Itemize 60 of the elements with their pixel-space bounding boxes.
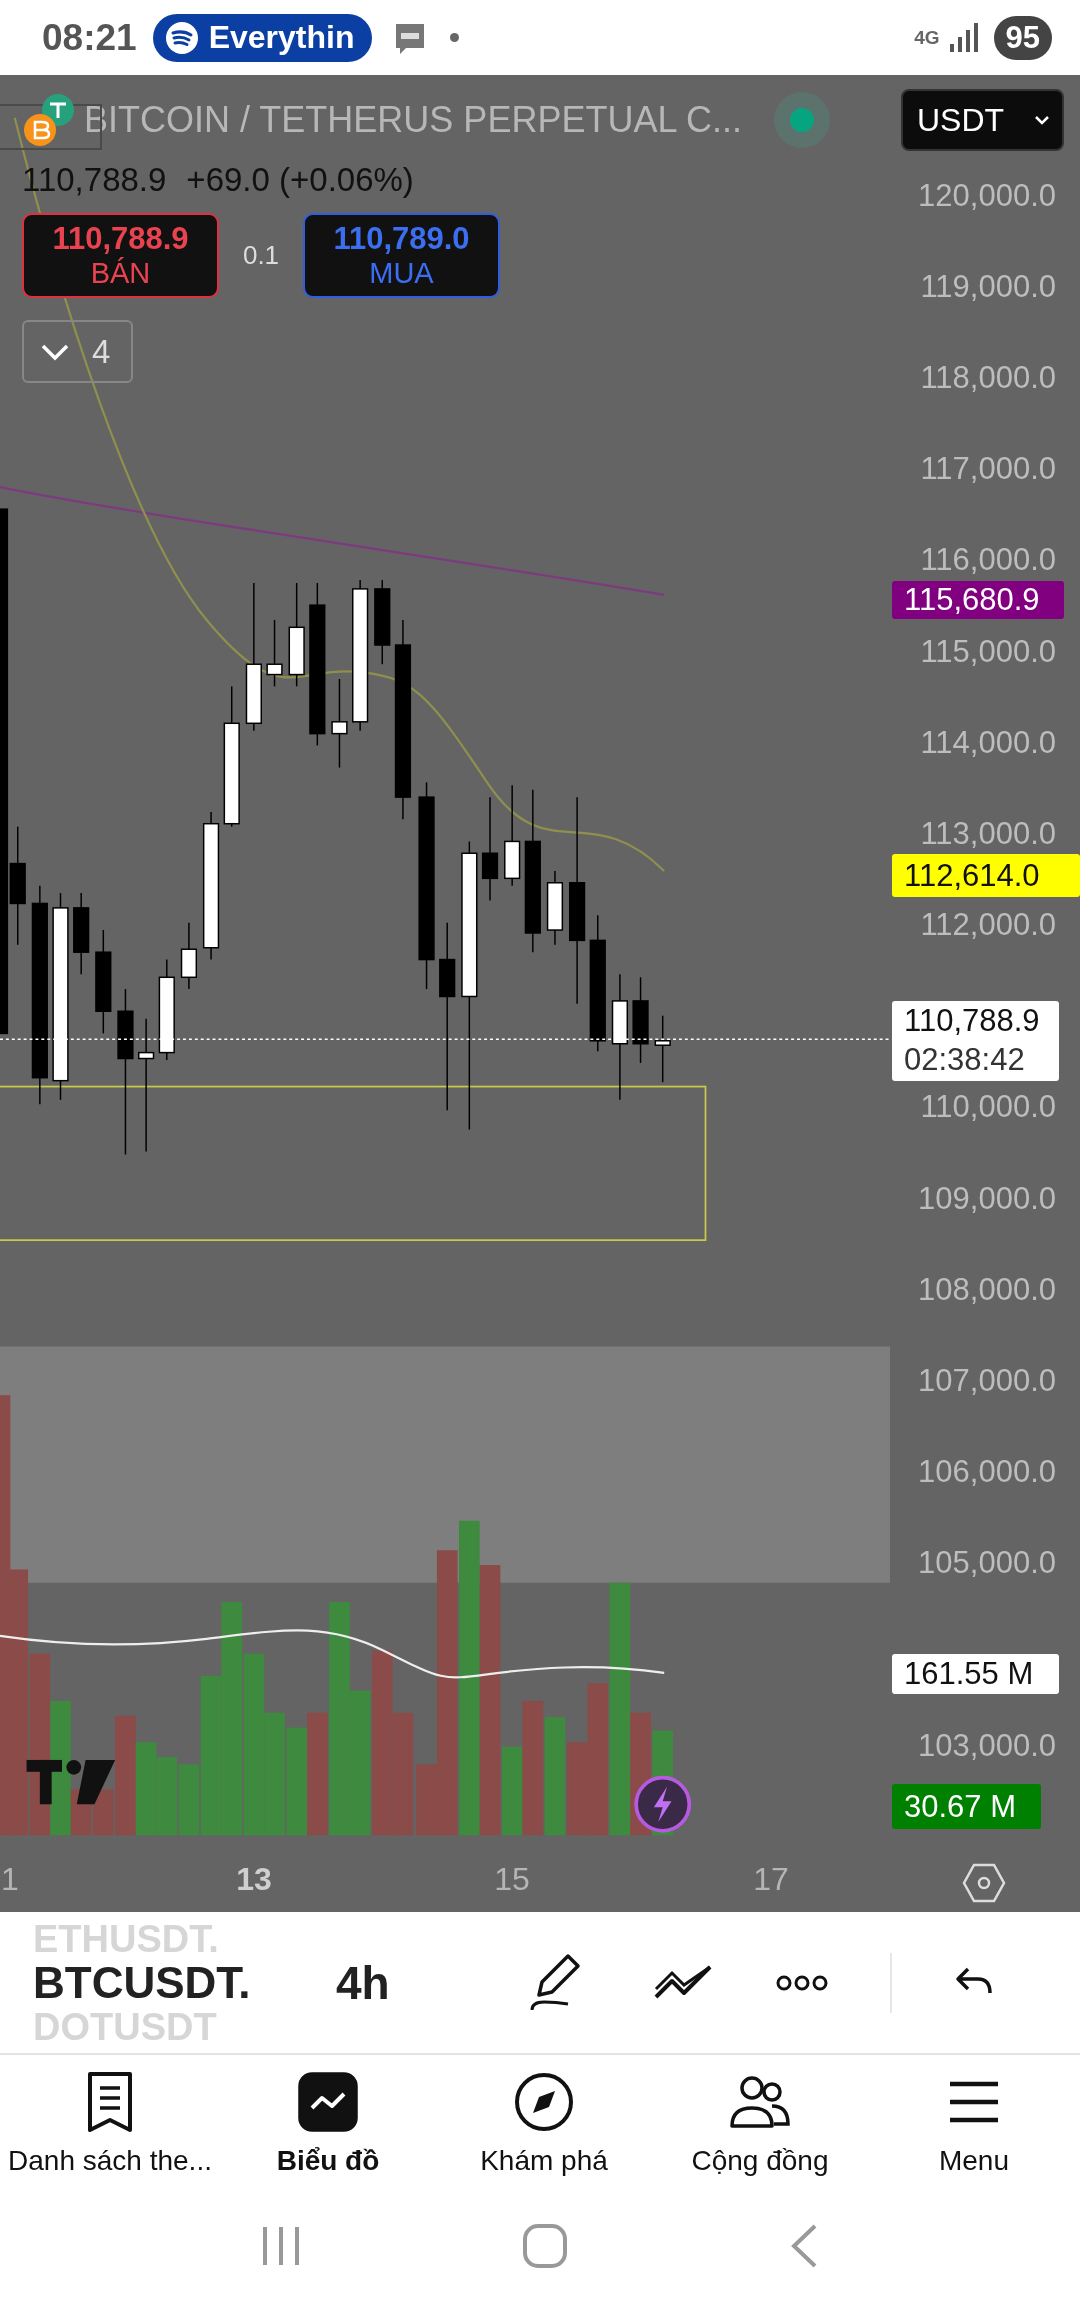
price-axis-label: 110,000.0 [920,1090,1056,1125]
sell-button[interactable]: 110,788.9 BÁN [22,213,219,298]
average-price-tag: 115,680.9 [892,581,1064,619]
settings-icon[interactable] [962,1863,1006,1903]
price-axis-label: 103,000.0 [918,1728,1056,1763]
price-axis-label: 116,000.0 [920,543,1056,578]
nav-tab[interactable]: Biểu đồ [220,2055,436,2205]
home-icon[interactable] [522,2222,568,2269]
interval-selector[interactable]: 4h [336,1955,390,2010]
time-axis-label: 15 [493,1861,531,1898]
nav-tab[interactable]: Khám phá [436,2055,652,2205]
volume-tag: 161.55 M [892,1654,1059,1694]
buy-button[interactable]: 110,789.0 MUA [303,213,500,298]
compass-icon [514,2072,574,2132]
price-axis-label: 120,000.0 [918,178,1056,213]
price-axis-label: 113,000.0 [920,816,1056,851]
recent-apps-icon[interactable] [260,2224,301,2267]
chart-icon [298,2072,358,2132]
more-icon[interactable] [776,1973,828,1992]
price-axis-label: 114,000.0 [920,725,1056,760]
price-axis-label: 105,000.0 [918,1546,1056,1581]
price-axis-label: 107,000.0 [918,1364,1056,1399]
indicators-toggle[interactable]: 4 [22,320,133,383]
menu-icon [948,2080,1000,2124]
logo-icon[interactable] [26,1759,116,1805]
battery-level: 95 [993,15,1052,60]
volume-tag: 30.67 M [892,1784,1041,1829]
media-pill[interactable]: Everythin [152,13,373,62]
nav-tab[interactable]: Menu [868,2055,1080,2205]
price-axis-label: 119,000.0 [920,269,1056,304]
price-axis-label: 109,000.0 [918,1181,1056,1216]
notification-dot [450,33,460,42]
price-axis-label: 108,000.0 [918,1272,1056,1307]
price-axis-label: 112,000.0 [920,908,1056,943]
chevron-down-icon [40,342,70,361]
nav-tab[interactable]: Danh sách the... [0,2055,220,2205]
nav-tab[interactable]: Cộng đồng [652,2055,868,2205]
price-axis-label: 118,000.0 [920,360,1056,395]
network-label: 4G [914,28,940,47]
people-icon [728,2074,792,2130]
price-change: +69.0 (+0.06%) [186,161,414,199]
time-axis-label: 1 [0,1861,20,1898]
symbol-picker[interactable]: BTCUSDT. [33,1960,263,2005]
music-app-icon [164,20,199,55]
price-axis-label: 117,000.0 [920,452,1056,487]
average-price-tag: 112,614.0 [892,854,1080,897]
lightning-icon[interactable] [634,1775,692,1833]
clock: 08:21 [42,16,137,59]
time-axis-label: 17 [752,1861,790,1898]
candle [654,1014,671,1083]
candle [180,921,198,990]
last-price-tag: 110,788.9 02:38:42 [892,1001,1059,1081]
candle [266,619,283,688]
price-axis-label: 106,000.0 [918,1455,1056,1490]
time-axis-label: 13 [235,1861,273,1898]
price-axis-label: 115,000.0 [920,634,1056,669]
order-quantity[interactable]: 0.1 [219,240,303,271]
currency-dropdown[interactable]: USDT [901,89,1064,151]
chevron-down-icon [1034,115,1050,125]
last-price: 110,788.9 [22,161,167,199]
